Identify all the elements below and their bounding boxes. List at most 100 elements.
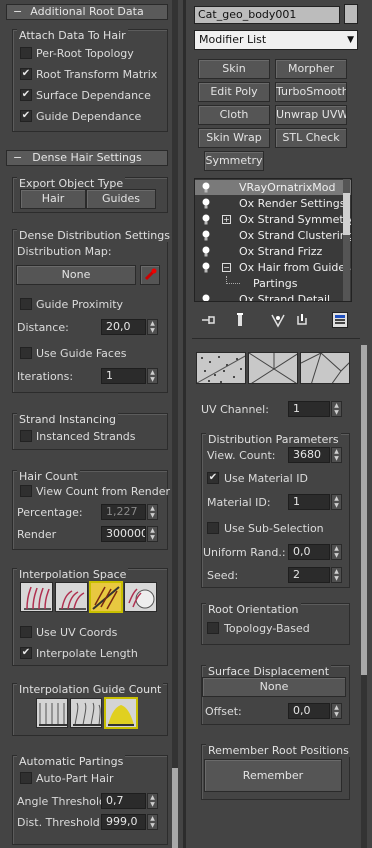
rollout-additional-root-data[interactable]: − Additional Root Data	[6, 4, 168, 20]
left-scrollbar-thumb[interactable]	[172, 768, 178, 848]
map-picker-icon[interactable]	[140, 265, 160, 285]
modifier-cloth-button[interactable]: Cloth	[198, 105, 270, 125]
collapse-minus-icon[interactable]: −	[222, 263, 231, 272]
rollout-dense-hair-settings[interactable]: − Dense Hair Settings	[6, 150, 168, 166]
interpolate-length-checkbox[interactable]: ✔	[20, 647, 32, 659]
percentage-spinner[interactable]: 1,227 ▲ ▼	[101, 504, 158, 520]
dist-threshold-value[interactable]: 999,0	[101, 814, 146, 830]
modifier-morpher-button[interactable]: Morpher	[275, 59, 347, 79]
pin-stack-icon[interactable]	[200, 312, 216, 328]
material-id-spinner[interactable]: 1 ▲ ▼	[288, 494, 342, 510]
interp-space-option-1[interactable]	[20, 582, 53, 612]
expand-plus-icon[interactable]: +	[222, 215, 231, 224]
stack-item-ox-render-settings[interactable]: Ox Render Settings	[195, 196, 351, 211]
right-scrollbar-thumb[interactable]	[361, 345, 367, 675]
spinner-arrows-icon[interactable]: ▲ ▼	[331, 544, 342, 560]
distribution-random-thumb[interactable]	[196, 352, 246, 384]
show-end-result-icon[interactable]	[232, 312, 248, 328]
spinner-arrows-icon[interactable]: ▲ ▼	[331, 494, 342, 510]
iterations-spinner[interactable]: 1 ▲ ▼	[101, 368, 158, 384]
modifier-stack[interactable]: VRayOrnatrixMod Ox Render Settings + Ox …	[194, 178, 352, 302]
seed-spinner[interactable]: 2 ▲ ▼	[288, 567, 342, 583]
iterations-value[interactable]: 1	[101, 368, 146, 384]
uv-channel-value[interactable]: 1	[288, 401, 330, 417]
interp-space-option-3-selected[interactable]	[89, 581, 123, 613]
stack-item-ox-strand-frizz[interactable]: Ox Strand Frizz	[195, 244, 351, 259]
use-guide-faces-checkbox[interactable]	[20, 347, 32, 359]
guide-count-option-2[interactable]	[70, 698, 102, 728]
export-hair-button[interactable]: Hair	[20, 189, 86, 209]
stack-item-ox-hair-from-guides[interactable]: − Ox Hair from Guides	[195, 260, 351, 275]
stack-item-ox-strand-symmetry[interactable]: + Ox Strand Symmetry	[195, 212, 351, 227]
modifier-edit-poly-button[interactable]: Edit Poly	[198, 82, 270, 102]
spinner-arrows-icon[interactable]: ▲ ▼	[147, 504, 158, 520]
stack-scrollbar[interactable]	[343, 179, 350, 301]
modifier-unwrap-uvw-button[interactable]: Unwrap UVW	[275, 105, 347, 125]
stack-item-vrayornatrixmod[interactable]: VRayOrnatrixMod	[195, 180, 351, 195]
seed-value[interactable]: 2	[288, 567, 330, 583]
view-count-from-render-checkbox[interactable]	[20, 485, 32, 497]
use-material-id-checkbox[interactable]: ✔	[207, 472, 219, 484]
spinner-arrows-icon[interactable]: ▲ ▼	[147, 368, 158, 384]
surface-displacement-map-button[interactable]: None	[202, 677, 346, 697]
spinner-arrows-icon[interactable]: ▲ ▼	[331, 447, 342, 463]
view-count-spinner[interactable]: 3680 ▲ ▼	[288, 447, 342, 463]
material-id-value[interactable]: 1	[288, 494, 330, 510]
stack-item-ox-strand-detail[interactable]: Ox Strand Detail	[195, 292, 351, 301]
distribution-face-center-thumb[interactable]	[248, 352, 298, 384]
color-swatch-icon[interactable]	[344, 4, 358, 24]
modifier-stl-check-button[interactable]: STL Check	[275, 128, 347, 148]
use-sub-selection-checkbox[interactable]	[207, 522, 219, 534]
guide-proximity-checkbox[interactable]	[20, 298, 32, 310]
remove-modifier-icon[interactable]	[294, 312, 310, 328]
distribution-map-button[interactable]: None	[16, 265, 136, 285]
object-name-field[interactable]: Cat_geo_body001	[194, 6, 340, 24]
spinner-arrows-icon[interactable]: ▲ ▼	[147, 319, 158, 335]
stack-item-ox-strand-clustering[interactable]: Ox Strand Clustering	[195, 228, 351, 243]
light-bulb-icon[interactable]	[201, 198, 211, 209]
uniform-rand-value[interactable]: 0,0	[288, 544, 330, 560]
modifier-symmetry-button[interactable]: Symmetry	[204, 151, 264, 171]
modifier-list-dropdown[interactable]: Modifier List ▼	[194, 30, 358, 50]
auto-part-hair-checkbox[interactable]	[20, 772, 32, 784]
distribution-vertex-thumb[interactable]	[300, 352, 350, 384]
root-transform-matrix-checkbox[interactable]: ✔	[20, 68, 32, 80]
modifier-skin-wrap-button[interactable]: Skin Wrap	[198, 128, 270, 148]
offset-value[interactable]: 0,0	[288, 703, 330, 719]
remember-button[interactable]: Remember	[204, 759, 342, 792]
modifier-skin-button[interactable]: Skin	[198, 59, 270, 79]
stack-scrollbar-thumb[interactable]	[343, 193, 350, 235]
light-bulb-icon[interactable]	[201, 182, 211, 193]
make-unique-icon[interactable]	[270, 312, 286, 328]
spinner-arrows-icon[interactable]: ▲ ▼	[331, 401, 342, 417]
uv-channel-spinner[interactable]: 1 ▲ ▼	[288, 401, 342, 417]
angle-threshold-value[interactable]: 0,7	[101, 793, 146, 809]
instanced-strands-checkbox[interactable]	[20, 430, 32, 442]
angle-threshold-spinner[interactable]: 0,7 ▲ ▼	[101, 793, 158, 809]
topology-based-checkbox[interactable]	[207, 622, 219, 634]
interp-space-option-4[interactable]	[124, 582, 157, 612]
distance-spinner[interactable]: 20,0 ▲ ▼	[101, 319, 158, 335]
per-root-topology-checkbox[interactable]	[20, 47, 32, 59]
spinner-arrows-icon[interactable]: ▲ ▼	[147, 793, 158, 809]
spinner-arrows-icon[interactable]: ▲ ▼	[331, 567, 342, 583]
distance-value[interactable]: 20,0	[101, 319, 146, 335]
use-uv-coords-checkbox[interactable]	[20, 626, 32, 638]
render-count-spinner[interactable]: 300000 ▲ ▼	[101, 526, 158, 542]
view-count-value[interactable]: 3680	[288, 447, 330, 463]
modifier-turbosmooth-button[interactable]: TurboSmooth	[275, 82, 347, 102]
export-guides-button[interactable]: Guides	[86, 189, 156, 209]
dist-threshold-spinner[interactable]: 999,0 ▲ ▼	[101, 814, 158, 830]
guide-count-option-3-selected[interactable]	[104, 697, 138, 729]
guide-count-option-1[interactable]	[36, 698, 68, 728]
guide-dependance-checkbox[interactable]: ✔	[20, 110, 32, 122]
right-scrollbar[interactable]	[361, 345, 367, 848]
uniform-rand-spinner[interactable]: 0,0 ▲ ▼	[288, 544, 342, 560]
light-bulb-icon[interactable]	[201, 230, 211, 241]
render-count-value[interactable]: 300000	[101, 526, 146, 542]
light-bulb-icon[interactable]	[201, 262, 211, 273]
percentage-value[interactable]: 1,227	[101, 504, 146, 520]
spinner-arrows-icon[interactable]: ▲ ▼	[331, 703, 342, 719]
spinner-arrows-icon[interactable]: ▲ ▼	[147, 526, 158, 542]
light-bulb-icon[interactable]	[201, 246, 211, 257]
